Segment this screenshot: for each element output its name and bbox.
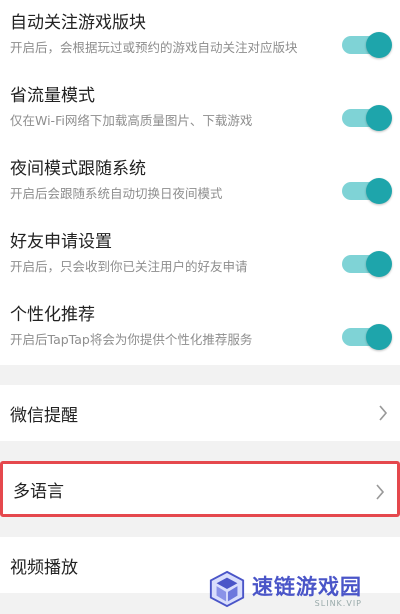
watermark: 速链游戏园 SLINK.VIP: [208, 566, 386, 612]
setting-title: 夜间模式跟随系统: [10, 159, 146, 179]
language-row[interactable]: 多语言: [0, 461, 400, 517]
setting-description: 仅在Wi-Fi网络下加载高质量图片、下载游戏: [10, 113, 253, 128]
wechat-reminder-row[interactable]: 微信提醒: [0, 385, 400, 441]
setting-friend-request: 好友申请设置 开启后，只会收到你已关注用户的好友申请: [0, 219, 400, 292]
section-divider: [0, 517, 400, 537]
setting-title: 好友申请设置: [10, 232, 112, 252]
setting-auto-follow: 自动关注游戏版块 开启后，会根据玩过或预约的游戏自动关注对应版块: [0, 0, 400, 73]
night-mode-toggle[interactable]: [342, 178, 392, 204]
section-divider: [0, 441, 400, 461]
chevron-right-icon: [379, 405, 388, 421]
section-divider: [0, 365, 400, 385]
setting-title: 个性化推荐: [10, 305, 95, 325]
setting-description: 开启后会跟随系统自动切换日夜间模式: [10, 186, 223, 201]
setting-night-mode: 夜间模式跟随系统 开启后会跟随系统自动切换日夜间模式: [0, 146, 400, 219]
settings-toggle-list: 自动关注游戏版块 开启后，会根据玩过或预约的游戏自动关注对应版块 省流量模式 仅…: [0, 0, 400, 365]
cube-logo-icon: [209, 570, 245, 608]
friend-request-toggle[interactable]: [342, 251, 392, 277]
toggle-knob: [366, 105, 392, 131]
setting-data-saver: 省流量模式 仅在Wi-Fi网络下加载高质量图片、下载游戏: [0, 73, 400, 146]
row-label: 多语言: [13, 481, 64, 502]
auto-follow-toggle[interactable]: [342, 32, 392, 58]
setting-description: 开启后，会根据玩过或预约的游戏自动关注对应版块: [10, 40, 298, 55]
row-label: 视频播放: [10, 557, 78, 578]
watermark-text: 速链游戏园 SLINK.VIP: [252, 571, 362, 608]
toggle-knob: [366, 251, 392, 277]
row-label: 微信提醒: [10, 405, 78, 426]
setting-description: 开启后TapTap将会为你提供个性化推荐服务: [10, 332, 253, 347]
toggle-knob: [366, 32, 392, 58]
setting-title: 省流量模式: [10, 86, 95, 106]
data-saver-toggle[interactable]: [342, 105, 392, 131]
setting-description: 开启后，只会收到你已关注用户的好友申请: [10, 259, 248, 274]
setting-personalized: 个性化推荐 开启后TapTap将会为你提供个性化推荐服务: [0, 292, 400, 365]
setting-title: 自动关注游戏版块: [10, 13, 146, 33]
toggle-knob: [366, 178, 392, 204]
chevron-right-icon: [376, 484, 385, 500]
toggle-knob: [366, 324, 392, 350]
watermark-title: 速链游戏园: [252, 574, 362, 599]
personalized-toggle[interactable]: [342, 324, 392, 350]
